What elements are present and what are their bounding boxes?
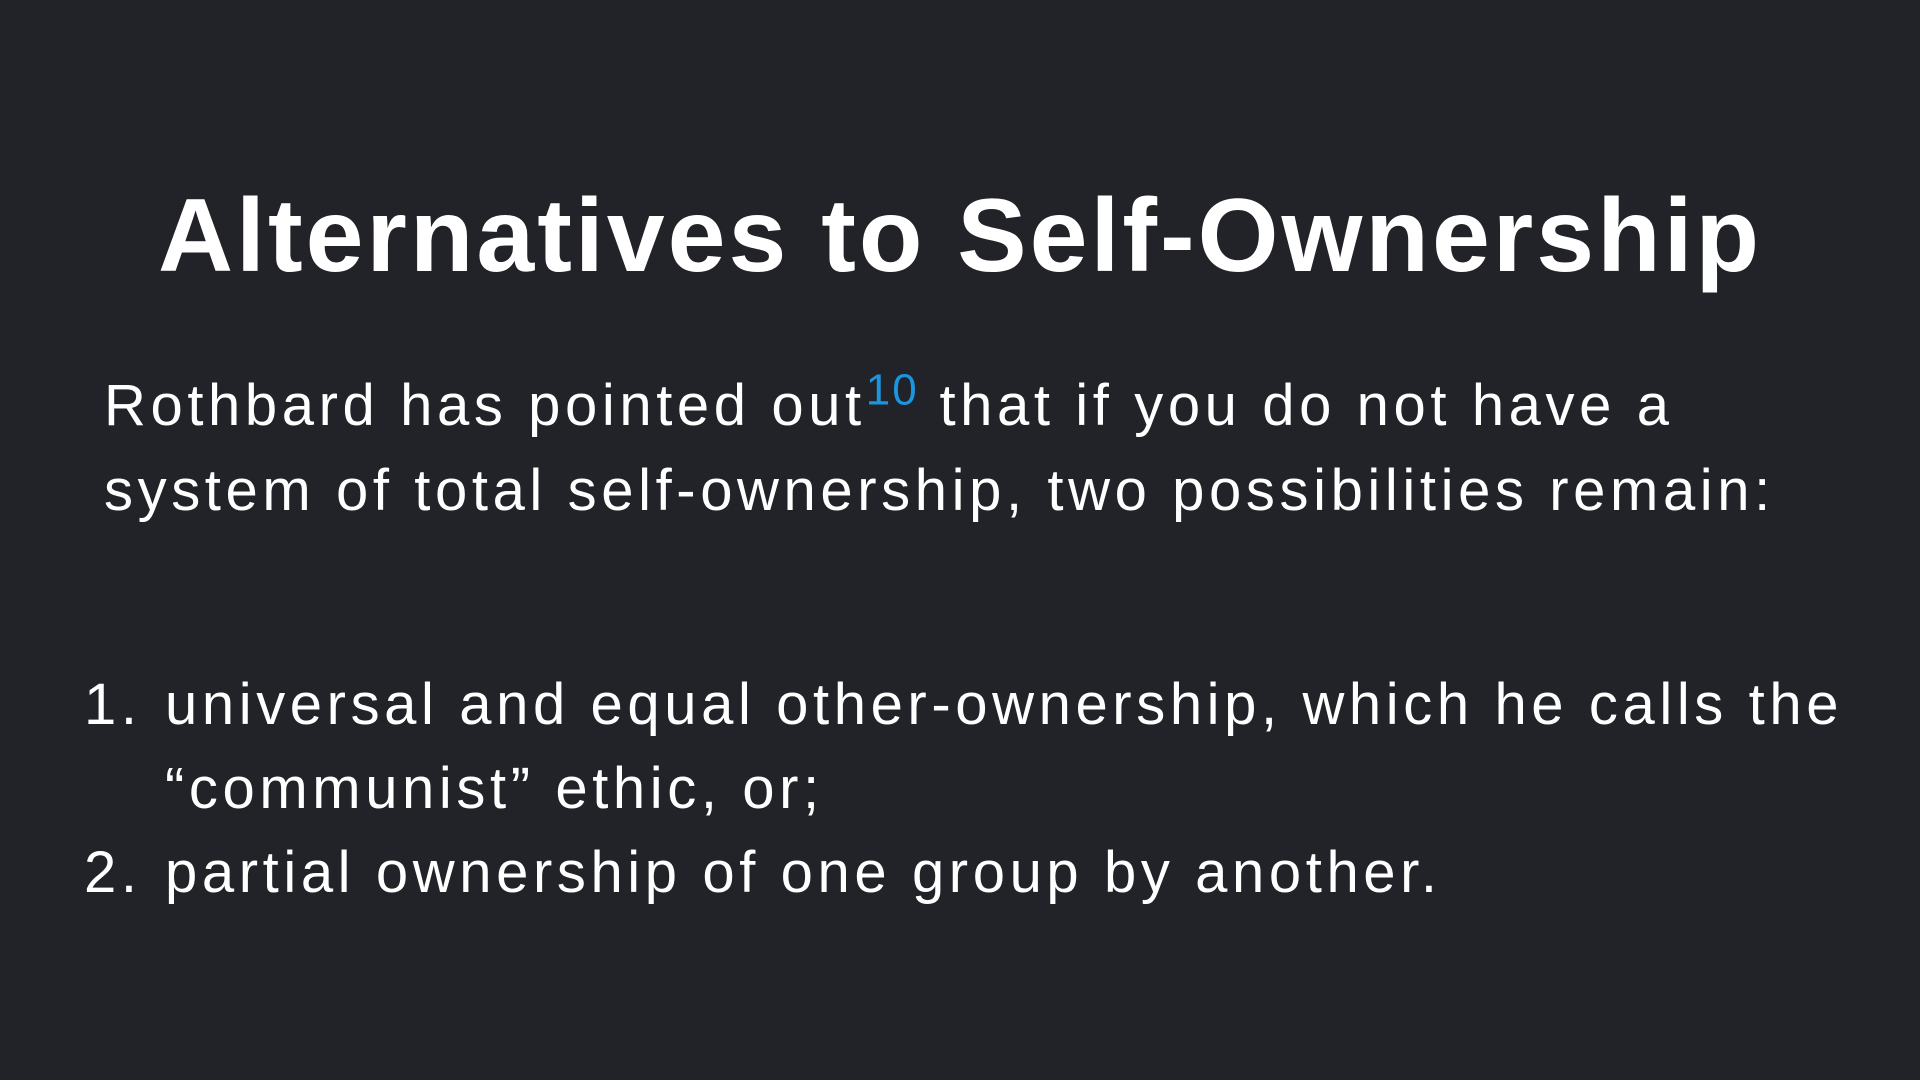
slide: Alternatives to Self-Ownership Rothbard … — [0, 0, 1920, 1080]
slide-title: Alternatives to Self-Ownership — [157, 178, 1763, 294]
list-item-number: 2. — [84, 840, 142, 905]
list-item-text: partial ownership of one group by anothe… — [165, 840, 1442, 905]
list-item-number: 1. — [84, 672, 142, 737]
intro-paragraph: Rothbard has pointed out10 that if you d… — [104, 363, 1844, 533]
list-item: 1. universal and equal other-ownership, … — [84, 663, 1874, 831]
list-item-text: universal and equal other-ownership, whi… — [165, 672, 1844, 821]
intro-text-before: Rothbard has pointed out — [104, 373, 866, 438]
list-item: 2. partial ownership of one group by ano… — [84, 831, 1874, 915]
footnote-link[interactable]: 10 — [866, 366, 919, 415]
possibilities-list: 1. universal and equal other-ownership, … — [84, 663, 1874, 915]
